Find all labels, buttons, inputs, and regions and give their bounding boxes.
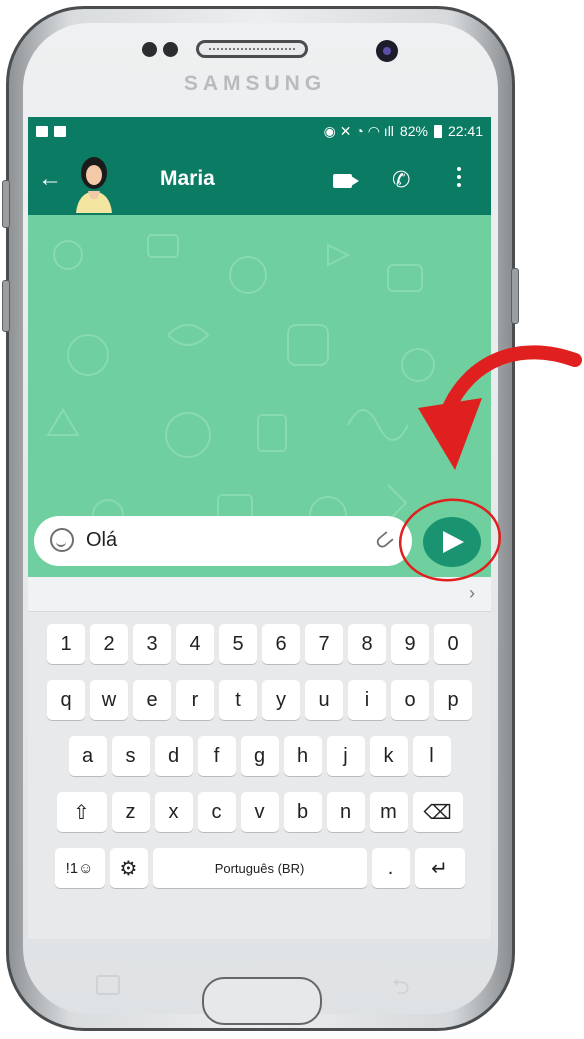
red-arrowhead-icon [418,398,482,470]
red-circle-highlight [398,498,502,582]
annotation-overlay [398,345,582,582]
